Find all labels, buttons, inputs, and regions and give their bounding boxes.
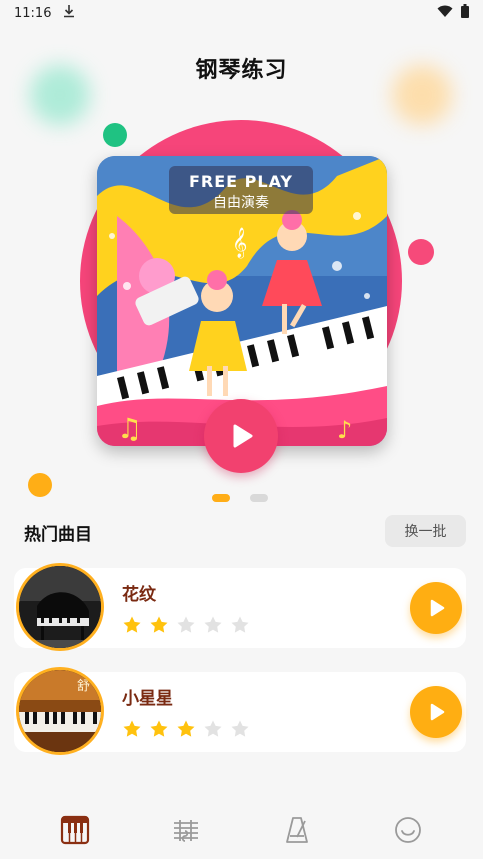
decor-dot-orange <box>28 473 52 497</box>
refresh-songs-button[interactable]: 换一批 <box>385 515 466 547</box>
svg-text:♪: ♪ <box>337 416 352 444</box>
nav-tab-metronome[interactable] <box>277 810 317 850</box>
free-play-play-button[interactable] <box>204 399 278 473</box>
carousel-pager <box>212 494 268 502</box>
song-play-button-2[interactable] <box>410 686 462 738</box>
bottom-nav <box>0 800 483 859</box>
free-play-title-en: FREE PLAY <box>188 172 294 191</box>
song-play-button-1[interactable] <box>410 582 462 634</box>
song-cover-2: 舒 <box>16 667 104 755</box>
status-time: 11:16 <box>14 5 52 21</box>
star-filled-icon <box>149 615 169 635</box>
star-empty-icon <box>230 615 250 635</box>
star-filled-icon <box>176 719 196 739</box>
pager-dot-2[interactable] <box>250 494 268 502</box>
decor-dot-pink <box>408 239 434 265</box>
hot-songs-title: 热门曲目 <box>24 525 92 545</box>
svg-text:𝄞: 𝄞 <box>232 227 247 259</box>
play-icon <box>430 599 445 617</box>
status-bar: 11:16 <box>0 0 483 26</box>
metronome-icon <box>285 816 308 843</box>
pager-dot-1[interactable] <box>212 494 230 502</box>
song-name-1: 花纹 <box>122 585 156 605</box>
song-rating-2 <box>122 719 250 739</box>
star-filled-icon <box>122 719 142 739</box>
nav-tab-sheet-music[interactable] <box>166 810 206 850</box>
page-title: 钢琴练习 <box>195 58 288 83</box>
decor-dot-green <box>103 123 127 147</box>
song-card-2[interactable]: 舒 小星星 <box>14 667 466 755</box>
sheet-music-icon <box>174 819 199 842</box>
star-empty-icon <box>230 719 250 739</box>
song-card-1[interactable]: 花纹 <box>14 563 466 651</box>
song-rating-1 <box>122 615 250 635</box>
star-empty-icon <box>203 615 223 635</box>
play-icon <box>233 424 253 448</box>
svg-text:♫: ♫ <box>117 412 142 445</box>
svg-text:舒: 舒 <box>77 679 90 694</box>
wifi-icon <box>437 5 453 22</box>
nav-tab-profile[interactable] <box>388 810 428 850</box>
smiley-icon <box>394 816 421 843</box>
download-icon <box>63 4 75 22</box>
battery-icon <box>461 4 469 22</box>
star-empty-icon <box>203 719 223 739</box>
song-name-2: 小星星 <box>122 689 173 709</box>
star-empty-icon <box>176 615 196 635</box>
nav-tab-piano[interactable] <box>55 810 95 850</box>
play-icon <box>430 703 445 721</box>
free-play-label: FREE PLAY 自由演奏 <box>169 166 313 214</box>
piano-keys-icon <box>61 815 90 844</box>
star-filled-icon <box>149 719 169 739</box>
star-filled-icon <box>122 615 142 635</box>
free-play-title-cn: 自由演奏 <box>213 195 269 211</box>
song-cover-1 <box>16 563 104 651</box>
